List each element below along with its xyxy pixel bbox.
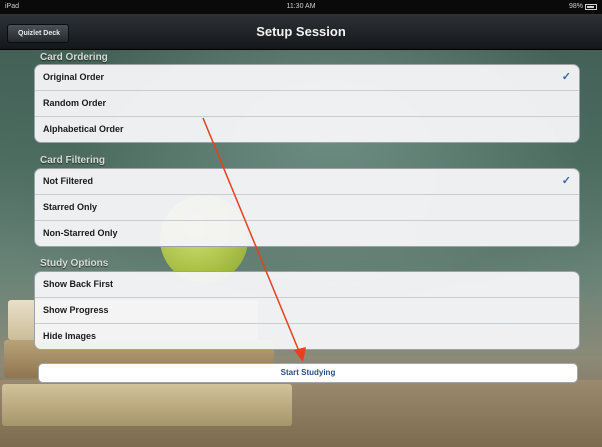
ipad-screen: iPad 11:30 AM 98% Quizlet Deck Setup Ses… <box>0 0 602 447</box>
annotation-arrow-line <box>202 117 302 357</box>
annotation-arrowhead <box>294 347 306 362</box>
annotation-arrow <box>202 117 306 362</box>
